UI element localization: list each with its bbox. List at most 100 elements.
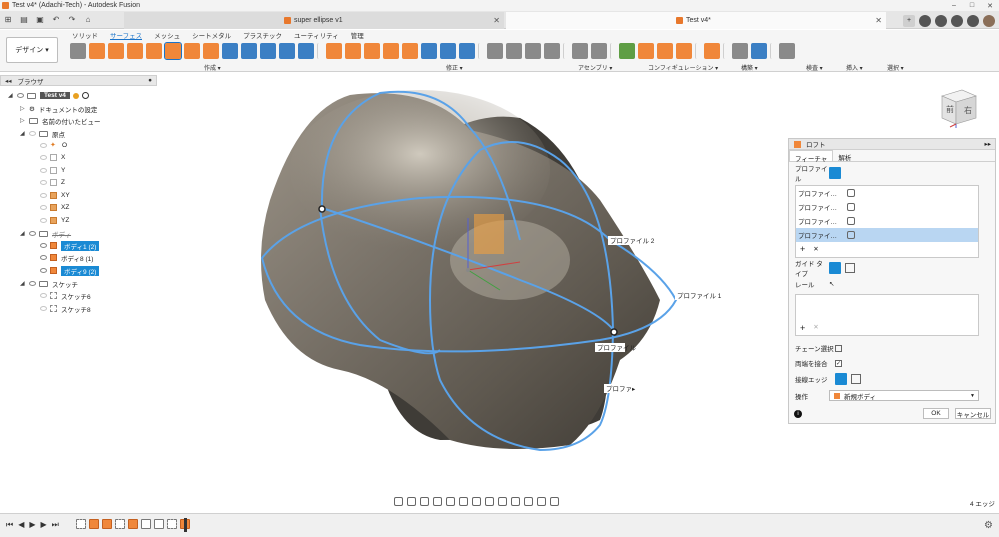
visibility-icon[interactable] bbox=[40, 218, 47, 223]
workspace-switcher[interactable]: デザイン ▾ bbox=[6, 37, 58, 63]
hidden-edges-icon[interactable] bbox=[537, 496, 546, 506]
tab-plastic[interactable]: プラスチック bbox=[243, 30, 282, 40]
ok-button[interactable]: OK bbox=[923, 408, 949, 419]
spline-icon[interactable] bbox=[298, 43, 314, 59]
help-icon[interactable] bbox=[967, 14, 979, 27]
info-icon[interactable]: i bbox=[794, 410, 802, 418]
tree-origin-point[interactable]: ✦ O bbox=[40, 140, 67, 151]
tree-axis-z[interactable]: Z bbox=[40, 177, 65, 188]
visibility-icon[interactable] bbox=[29, 131, 36, 136]
visual-style-icon[interactable] bbox=[550, 496, 559, 506]
profile-list-item[interactable]: プロファイ… bbox=[796, 214, 978, 228]
label-profile-4[interactable]: プロファ▸ bbox=[606, 385, 636, 393]
close-tab-icon[interactable]: ✕ bbox=[875, 16, 882, 25]
visibility-icon[interactable] bbox=[40, 293, 47, 298]
expand-dialog-icon[interactable]: ▸▸ bbox=[984, 140, 991, 148]
boundary-fill-icon[interactable] bbox=[241, 43, 257, 59]
undo-icon[interactable]: ↶ bbox=[48, 15, 64, 24]
tree-axis-y[interactable]: Y bbox=[40, 165, 65, 176]
tree-root[interactable]: ◢ Test v4 bbox=[8, 90, 89, 101]
configure-icon[interactable] bbox=[572, 43, 588, 59]
expand-icon[interactable]: ◢ bbox=[20, 280, 26, 287]
visibility-icon[interactable] bbox=[40, 255, 47, 260]
profile-point[interactable] bbox=[610, 328, 618, 336]
app-grid-icon[interactable]: ⊞ bbox=[0, 15, 16, 24]
closed-checkbox[interactable]: ✓ bbox=[835, 359, 842, 367]
tree-axis-x[interactable]: X bbox=[40, 152, 65, 163]
new-component-icon[interactable] bbox=[487, 43, 503, 59]
tree-doc-settings[interactable]: ▷ ⚙ ドキュメントの設定 bbox=[20, 103, 97, 114]
operation-dropdown[interactable]: 新規ボディ ▼ bbox=[829, 390, 979, 401]
tree-plane-xz[interactable]: XZ bbox=[40, 202, 69, 213]
profile-list-item[interactable]: プロファイ… bbox=[796, 228, 978, 242]
guide-rail-button[interactable] bbox=[829, 262, 841, 274]
tree-body8[interactable]: ボディ8 (1) bbox=[40, 252, 93, 263]
surface-primitive-icon[interactable] bbox=[260, 43, 276, 59]
tree-plane-xy[interactable]: XY bbox=[40, 190, 70, 201]
extensions-icon[interactable] bbox=[919, 14, 931, 27]
centerline-button[interactable] bbox=[845, 263, 855, 273]
look-at-icon[interactable] bbox=[407, 496, 416, 506]
patch-icon[interactable] bbox=[146, 43, 162, 59]
group-configure[interactable]: コンフィギュレーション ▾ bbox=[648, 63, 718, 72]
group-insert[interactable]: 挿入 ▾ bbox=[846, 63, 863, 72]
visibility-icon[interactable] bbox=[29, 281, 36, 286]
label-profile-1[interactable]: プロファイル 1 bbox=[677, 292, 722, 300]
tree-sketches[interactable]: ◢ スケッチ bbox=[20, 278, 78, 289]
insert-image-icon[interactable] bbox=[751, 43, 767, 59]
group-select[interactable]: 選択 ▾ bbox=[887, 63, 904, 72]
offset-icon[interactable] bbox=[203, 43, 219, 59]
point-icon[interactable] bbox=[279, 43, 295, 59]
visibility-icon[interactable] bbox=[40, 180, 47, 185]
label-profile-2[interactable]: プロファイル 2 bbox=[610, 237, 655, 245]
plane-at-angle-icon[interactable] bbox=[638, 43, 654, 59]
expand-icon[interactable]: ▷ bbox=[20, 117, 26, 124]
visibility-icon[interactable] bbox=[40, 205, 47, 210]
tree-plane-yz[interactable]: YZ bbox=[40, 215, 69, 226]
visibility-icon[interactable] bbox=[40, 155, 47, 160]
collapse-icon[interactable]: ◂◂ bbox=[5, 77, 12, 85]
timeline-sketch[interactable] bbox=[76, 519, 86, 529]
redo-icon[interactable]: ↷ bbox=[64, 15, 80, 24]
visibility-icon[interactable] bbox=[40, 193, 47, 198]
viewports-icon[interactable] bbox=[485, 496, 494, 506]
timeline-move[interactable] bbox=[141, 519, 151, 529]
timeline-sketch[interactable] bbox=[167, 519, 177, 529]
insert-derive-icon[interactable] bbox=[732, 43, 748, 59]
viewcube-front-label[interactable]: 前 bbox=[946, 104, 954, 114]
remove-rail-button[interactable]: ✕ bbox=[813, 323, 818, 333]
extrude-icon[interactable] bbox=[89, 43, 105, 59]
home-icon[interactable]: ⌂ bbox=[80, 15, 96, 24]
close-tab-icon[interactable]: ✕ bbox=[493, 16, 500, 25]
shaded-icon[interactable] bbox=[498, 496, 507, 506]
go-to-start-icon[interactable]: ⏮ bbox=[6, 520, 13, 530]
timeline-sketch[interactable] bbox=[115, 519, 125, 529]
label-profile-3[interactable]: プロファイル bbox=[597, 344, 637, 352]
profile-point[interactable] bbox=[318, 205, 326, 213]
tangent-merge-button[interactable] bbox=[835, 373, 847, 385]
profile-continuity-icon[interactable] bbox=[847, 189, 855, 197]
loft-icon[interactable] bbox=[164, 42, 182, 60]
tab-sheet-metal[interactable]: シートメタル bbox=[192, 30, 231, 40]
tab-utilities[interactable]: ユーティリティ bbox=[294, 30, 339, 40]
profile-list-item[interactable]: プロファイ… bbox=[796, 200, 978, 214]
measure-icon[interactable] bbox=[704, 43, 720, 59]
tangent-keep-button[interactable] bbox=[851, 374, 861, 384]
activate-icon[interactable] bbox=[81, 92, 89, 99]
group-construct[interactable]: 構築 ▾ bbox=[741, 63, 758, 72]
as-built-joint-icon[interactable] bbox=[525, 43, 541, 59]
new-tab-icon[interactable]: + bbox=[903, 14, 915, 27]
joint-icon[interactable] bbox=[506, 43, 522, 59]
play-icon[interactable]: ▶ bbox=[29, 520, 35, 530]
shaded-edges-icon[interactable] bbox=[511, 496, 520, 506]
fit-icon[interactable] bbox=[446, 496, 455, 506]
tree-origin[interactable]: ◢ 原点 bbox=[20, 128, 65, 139]
table-icon[interactable] bbox=[591, 43, 607, 59]
profile-continuity-icon[interactable] bbox=[847, 217, 855, 225]
tree-bodies[interactable]: ◢ ボディ bbox=[20, 228, 71, 239]
add-rail-button[interactable]: + bbox=[800, 323, 805, 333]
grid-settings-icon[interactable] bbox=[472, 496, 481, 506]
stitch-icon[interactable] bbox=[402, 43, 418, 59]
group-modify[interactable]: 修正 ▾ bbox=[446, 63, 463, 72]
untrim-icon[interactable] bbox=[345, 43, 361, 59]
